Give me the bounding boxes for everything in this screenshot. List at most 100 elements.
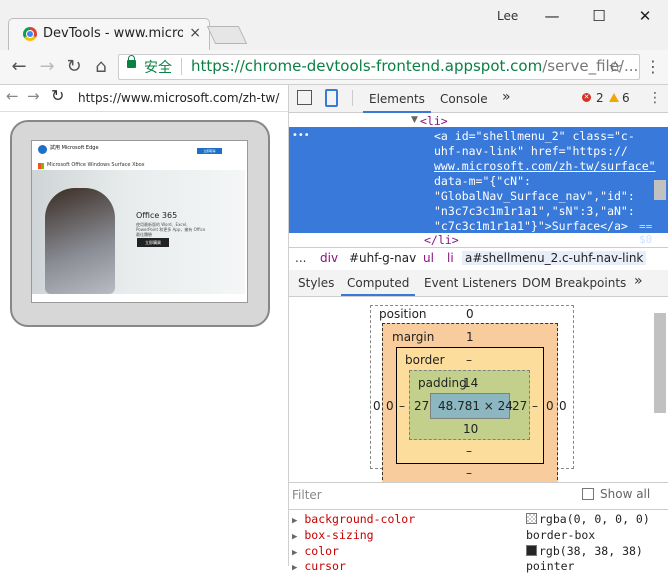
warning-icon[interactable] [609,93,619,102]
back-icon[interactable]: ← [8,56,30,77]
edge-promo-title: 試用 Microsoft Edge [50,145,99,151]
breadcrumb-div[interactable]: div [320,251,338,265]
url-path: /serve_file/... [542,57,639,75]
tab-console[interactable]: Console [440,92,488,106]
screencast-url[interactable]: https://www.microsoft.com/zh-tw/ [78,91,279,105]
maximize-button[interactable]: ☐ [584,4,614,28]
dom-node-actions[interactable]: ••• [292,130,310,141]
padding-left-value[interactable]: 27 [414,399,429,413]
expand-triangle-icon[interactable]: ▼ [411,115,418,125]
padding-right-value[interactable]: 27 [512,399,527,413]
breadcrumb-ellipsis[interactable]: ... [295,251,306,265]
home-icon[interactable]: ⌂ [90,56,112,77]
margin-left-value[interactable]: 0 [386,399,394,413]
computed-property-row[interactable]: ▶ cursor [292,559,346,573]
tab-title: DevTools - www.microso [43,26,183,41]
dom-line: "c7c3c1m1r1a1"}">Surface</a> [434,219,628,233]
breadcrumb-ul[interactable]: ul [423,251,434,265]
border-bottom-value[interactable]: – [466,444,472,458]
margin-bottom-value[interactable]: – [466,466,472,480]
property-name: color [304,544,339,558]
expand-triangle-icon[interactable]: ▶ [292,532,297,542]
padding-top-value[interactable]: 14 [463,376,478,390]
padding-bottom-value[interactable]: 10 [463,422,478,436]
dom-current-marker: == $0 [639,220,653,246]
border-top-value[interactable]: – [466,353,472,367]
show-all-checkbox[interactable] [582,488,594,500]
padding-label: padding [418,376,467,390]
reload-icon[interactable]: ↻ [63,56,85,77]
content-size[interactable]: 48.781 × 24 [438,399,513,413]
position-label: position [379,307,427,321]
warning-count[interactable]: 6 [622,91,630,105]
device-toolbar-icon[interactable] [325,89,338,107]
margin-right-value[interactable]: 0 [546,399,554,413]
tab-elements[interactable]: Elements [363,92,431,113]
tab-computed[interactable]: Computed [340,276,416,296]
microsoft-logo-icon [38,163,44,169]
screencast-back-icon[interactable]: ← [6,87,19,105]
omnibox[interactable]: 安全 https://chrome-devtools-frontend.apps… [118,54,640,80]
minimize-button[interactable]: — [537,4,567,28]
position-right-value[interactable]: 0 [559,399,567,413]
filter-input[interactable]: Filter [292,488,322,502]
error-count[interactable]: 2 [596,91,604,105]
computed-scrollbar[interactable] [654,313,666,413]
position-top-value[interactable]: 0 [466,307,474,321]
devtools-menu-icon[interactable]: ⋮ [648,90,662,106]
property-value: pointer [526,559,575,573]
position-left-value[interactable]: 0 [373,399,381,413]
bookmark-star-icon[interactable]: ☆ [608,57,622,76]
dom-node-li[interactable]: <li> [420,114,448,128]
breadcrumb-a[interactable]: a#shellmenu_2.c-uhf-nav-link [462,251,647,265]
dom-line: "GlobalNav_Surface_nav","id": [434,189,635,203]
dom-node-li-close[interactable]: </li> [424,233,459,247]
tab-event-listeners[interactable]: Event Listeners [424,276,517,290]
show-all-label[interactable]: Show all [600,487,650,501]
computed-property-row[interactable]: ▶ background-color [292,512,415,526]
inspect-element-icon[interactable] [297,90,312,105]
screencast-reload-icon[interactable]: ↻ [51,86,64,105]
office-buy-button[interactable]: 立即購買 [137,238,169,247]
office-title: Office 365 [136,211,178,220]
breadcrumb-li[interactable]: li [447,251,454,265]
color-swatch-icon[interactable] [526,545,537,556]
dom-line: data-m="{"cN": [434,174,531,188]
border-right-value[interactable]: – [532,399,538,413]
border-left-value[interactable]: – [399,399,405,413]
omnibox-divider [181,58,182,75]
edge-get-button[interactable]: 立即取得 [197,148,222,154]
browser-tab[interactable]: DevTools - www.microso × [8,18,210,51]
url-text[interactable]: https://chrome-devtools-frontend.appspot… [191,57,638,75]
chrome-menu-icon[interactable]: ⋮ [645,57,661,76]
secure-label: 安全 [144,60,172,76]
property-name: cursor [304,559,346,573]
site-nav[interactable]: Microsoft Office Windows Surface Xbox [47,162,145,168]
more-tabs-icon[interactable]: » [502,89,511,105]
expand-triangle-icon[interactable]: ▶ [292,563,297,573]
property-value-row: rgba(0, 0, 0, 0) [526,512,650,526]
dom-line: "n3c7c3c1m1r1a1","sN":3,"aN": [434,204,635,218]
dom-scrollbar[interactable] [654,180,666,200]
margin-top-value[interactable]: 1 [466,330,474,344]
forward-icon[interactable]: → [36,56,58,77]
screencast-forward-icon[interactable]: → [27,87,40,105]
computed-property-row[interactable]: ▶ color [292,544,339,558]
tab-styles[interactable]: Styles [298,276,334,290]
computed-property-row[interactable]: ▶ box-sizing [292,528,374,542]
url-origin: https://chrome-devtools-frontend.appspot… [191,57,543,75]
margin-label: margin [392,330,435,344]
expand-triangle-icon[interactable]: ▶ [292,516,297,526]
tab-dom-breakpoints[interactable]: DOM Breakpoints [522,276,626,290]
breadcrumb-uhf-g-nav[interactable]: #uhf-g-nav [349,251,416,265]
more-subtabs-icon[interactable]: » [634,273,643,289]
user-name[interactable]: Lee [497,9,518,23]
expand-triangle-icon[interactable]: ▶ [292,548,297,558]
color-swatch-icon[interactable] [526,513,537,524]
close-window-button[interactable]: ✕ [630,4,660,28]
tab-close-icon[interactable]: × [189,25,201,41]
hero-person-image [45,188,115,294]
error-icon[interactable]: ✕ [582,93,591,102]
property-value: rgb(38, 38, 38) [539,544,643,558]
dom-line-link[interactable]: www.microsoft.com/zh-tw/surface" [434,159,656,173]
